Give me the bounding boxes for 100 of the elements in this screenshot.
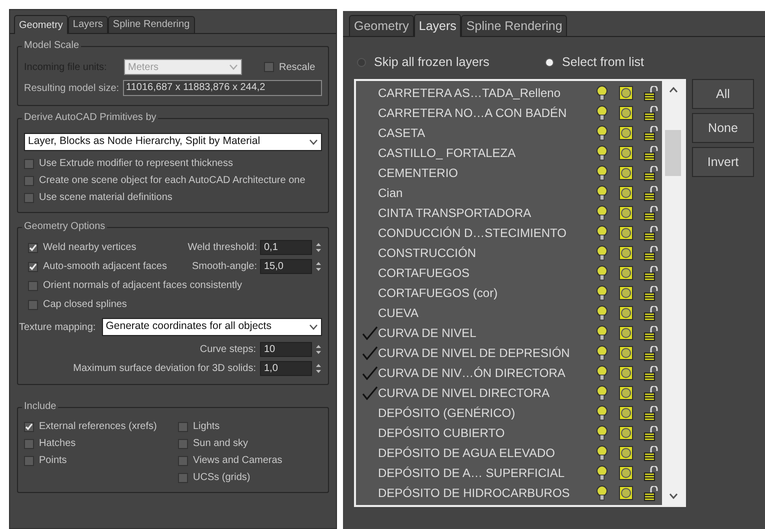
- layer-row[interactable]: CUEVA: [356, 303, 662, 323]
- layer-row[interactable]: DEPÓSITO DE AGUA ELEVADO: [356, 443, 662, 463]
- layer-name: CONSTRUCCIÓN: [378, 245, 477, 262]
- layer-row[interactable]: CASTILLO_ FORTALEZA: [356, 143, 662, 163]
- padlock-icon: [644, 146, 658, 160]
- layer-row[interactable]: CONSTRUCCIÓN: [356, 243, 662, 263]
- padlock-icon: [644, 166, 658, 180]
- layer-row[interactable]: DEPÓSITO CUBIERTO: [356, 423, 662, 443]
- layer-row[interactable]: CORTAFUEGOS: [356, 263, 662, 283]
- padlock-icon: [644, 346, 658, 360]
- layer-name: CURVA DE NIVEL DIRECTORA: [378, 385, 551, 402]
- checkbox-label: UCSs (grids): [193, 471, 250, 485]
- checkbox[interactable]: [28, 280, 38, 290]
- checkbox-label: Rescale: [279, 60, 316, 74]
- tab[interactable]: Geometry: [14, 15, 68, 34]
- layer-row[interactable]: CURVA DE NIVEL: [356, 323, 662, 343]
- spinner-arrows-icon[interactable]: [315, 241, 322, 254]
- checkbox[interactable]: [178, 422, 188, 432]
- lightbulb-icon: [596, 225, 608, 241]
- layer-row[interactable]: CASETA: [356, 123, 662, 143]
- checkbox[interactable]: [24, 422, 34, 432]
- checkbox[interactable]: [178, 438, 188, 448]
- number-field[interactable]: 0,1: [260, 240, 312, 255]
- checkbox[interactable]: [24, 438, 34, 448]
- checkbox[interactable]: [24, 158, 34, 168]
- layer-row[interactable]: DEPÓSITO DE A… SUPERFICIAL: [356, 463, 662, 483]
- freeze-square-icon: [619, 426, 633, 440]
- number-field[interactable]: 1,0: [260, 361, 312, 376]
- layer-name: CURVA DE NIVEL DE DEPRESIÓN: [378, 345, 571, 362]
- layer-row[interactable]: CARRETERA NO…A CON BADÉN: [356, 103, 662, 123]
- list-button[interactable]: Invert: [692, 147, 754, 177]
- checkbox[interactable]: [28, 262, 38, 272]
- padlock-icon: [644, 386, 658, 400]
- padlock-icon: [644, 126, 658, 140]
- checkbox-label: Orient normals of adjacent faces consistently: [43, 279, 242, 293]
- freeze-square-icon: [619, 86, 633, 100]
- layer-row[interactable]: CURVA DE NIV…ÓN DIRECTORA: [356, 363, 662, 383]
- layer-row[interactable]: CINTA TRANSPORTADORA: [356, 203, 662, 223]
- layer-row[interactable]: CURVA DE NIVEL DIRECTORA: [356, 383, 662, 403]
- layer-row[interactable]: DEPÓSITO DE HIDROCARBUROS: [356, 483, 662, 503]
- checkbox[interactable]: [28, 300, 38, 310]
- freeze-square-icon: [619, 386, 633, 400]
- layer-row[interactable]: CEMENTERIO: [356, 163, 662, 183]
- radio-button[interactable]: [357, 58, 366, 66]
- lightbulb-icon: [596, 365, 608, 381]
- scroll-down-icon[interactable]: [668, 493, 678, 499]
- freeze-square-icon: [619, 106, 633, 120]
- lightbulb-icon: [596, 205, 608, 221]
- checkbox[interactable]: [178, 456, 188, 466]
- checkbox-label: Create one scene object for each AutoCAD Architecture one: [39, 174, 306, 188]
- lightbulb-icon: [596, 185, 608, 201]
- scrollbar-thumb[interactable]: [665, 130, 681, 176]
- layer-row[interactable]: CURVA DE NIVEL DE DEPRESIÓN: [356, 343, 662, 363]
- number-field[interactable]: 10: [260, 342, 312, 357]
- tab[interactable]: Spline Rendering: [108, 16, 195, 33]
- tab[interactable]: Geometry: [349, 15, 414, 36]
- freeze-square-icon: [619, 466, 633, 480]
- padlock-icon: [644, 426, 658, 440]
- layer-name: CORTAFUEGOS (cor): [378, 285, 499, 302]
- list-button[interactable]: None: [692, 113, 754, 143]
- layer-name: CASTILLO_ FORTALEZA: [378, 145, 517, 162]
- tab[interactable]: Spline Rendering: [461, 15, 568, 36]
- layer-row[interactable]: CORTAFUEGOS (cor): [356, 283, 662, 303]
- texture-mapping-dropdown[interactable]: Generate coordinates for all objects: [102, 318, 322, 336]
- group-title: Geometry Options: [22, 221, 108, 233]
- radio-button[interactable]: [545, 58, 554, 66]
- layer-name: CARRETERA NO…A CON BADÉN: [378, 105, 568, 122]
- scroll-up-icon[interactable]: [668, 87, 678, 93]
- scrollbar[interactable]: [662, 81, 684, 505]
- layer-name: DEPÓSITO DE AGUA ELEVADO: [378, 445, 556, 462]
- number-field[interactable]: 15,0: [260, 259, 312, 274]
- field-label: Resulting model size:: [24, 82, 120, 96]
- padlock-icon: [644, 406, 658, 420]
- tab[interactable]: Layers: [414, 14, 462, 37]
- checkbox[interactable]: [264, 62, 274, 72]
- layer-name: DEPÓSITO (GENÉRICO): [378, 405, 516, 422]
- primitives-dropdown[interactable]: Layer, Blocks as Node Hierarchy, Split by Material: [24, 133, 322, 151]
- spinner-arrows-icon[interactable]: [315, 343, 322, 356]
- checkbox[interactable]: [24, 176, 34, 186]
- layer-row[interactable]: Cian: [356, 183, 662, 203]
- lightbulb-icon: [596, 305, 608, 321]
- model-size-field: 11016,687 x 11883,876 x 244,2: [123, 80, 322, 96]
- layer-name: DEPÓSITO CUBIERTO: [378, 425, 506, 442]
- freeze-square-icon: [619, 166, 633, 180]
- checkbox[interactable]: [178, 472, 188, 482]
- checkbox[interactable]: [24, 456, 34, 466]
- freeze-square-icon: [619, 146, 633, 160]
- lightbulb-icon: [596, 105, 608, 121]
- spinner-arrows-icon[interactable]: [315, 362, 322, 375]
- layer-row[interactable]: CARRETERA AS…TADA_Relleno: [356, 83, 662, 103]
- checkbox-label: Hatches: [39, 437, 76, 451]
- layer-row[interactable]: CONDUCCIÓN D…STECIMIENTO: [356, 223, 662, 243]
- tab[interactable]: Layers: [68, 16, 108, 33]
- list-button[interactable]: All: [692, 79, 754, 109]
- field-label: Curve steps:: [200, 343, 256, 357]
- checkbox[interactable]: [28, 242, 38, 252]
- checkbox-label: Cap closed splines: [43, 298, 127, 312]
- checkbox[interactable]: [24, 192, 34, 202]
- layer-row[interactable]: DEPÓSITO (GENÉRICO): [356, 403, 662, 423]
- spinner-arrows-icon[interactable]: [315, 260, 322, 273]
